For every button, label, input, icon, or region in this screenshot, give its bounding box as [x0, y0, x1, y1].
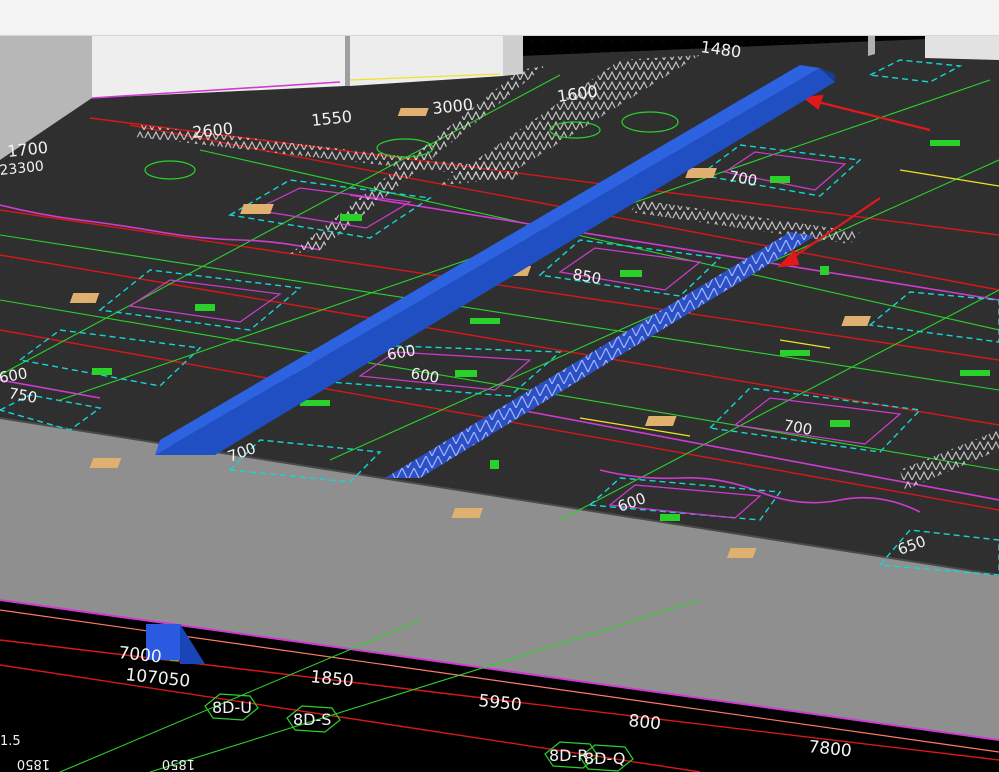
small-1-5: 1.5 — [0, 734, 21, 749]
grid-8D-U: 8D-U — [212, 698, 252, 717]
grid-8D-R: 8D-R — [549, 746, 588, 765]
model-canvas[interactable]: 1480 1600 3000 1550 2600 1700 23300 700 … — [0, 36, 999, 772]
rear-wall-edge-2 — [868, 36, 875, 56]
grid-8D-Q: 8D-Q — [584, 749, 625, 768]
top-toolbar-bar — [0, 0, 999, 36]
small-1850-b: 1850 — [162, 756, 195, 771]
cad-3d-viewport-window: 1480 1600 3000 1550 2600 1700 23300 700 … — [0, 0, 999, 772]
rear-wall-panel-3 — [925, 36, 999, 60]
grid-8D-S: 8D-S — [293, 710, 331, 729]
rear-wall-edge-1 — [345, 36, 350, 86]
3d-model-viewport[interactable]: 1480 1600 3000 1550 2600 1700 23300 700 … — [0, 36, 999, 772]
small-1850-a: 1850 — [17, 756, 50, 771]
dim-800: 800 — [627, 711, 661, 734]
